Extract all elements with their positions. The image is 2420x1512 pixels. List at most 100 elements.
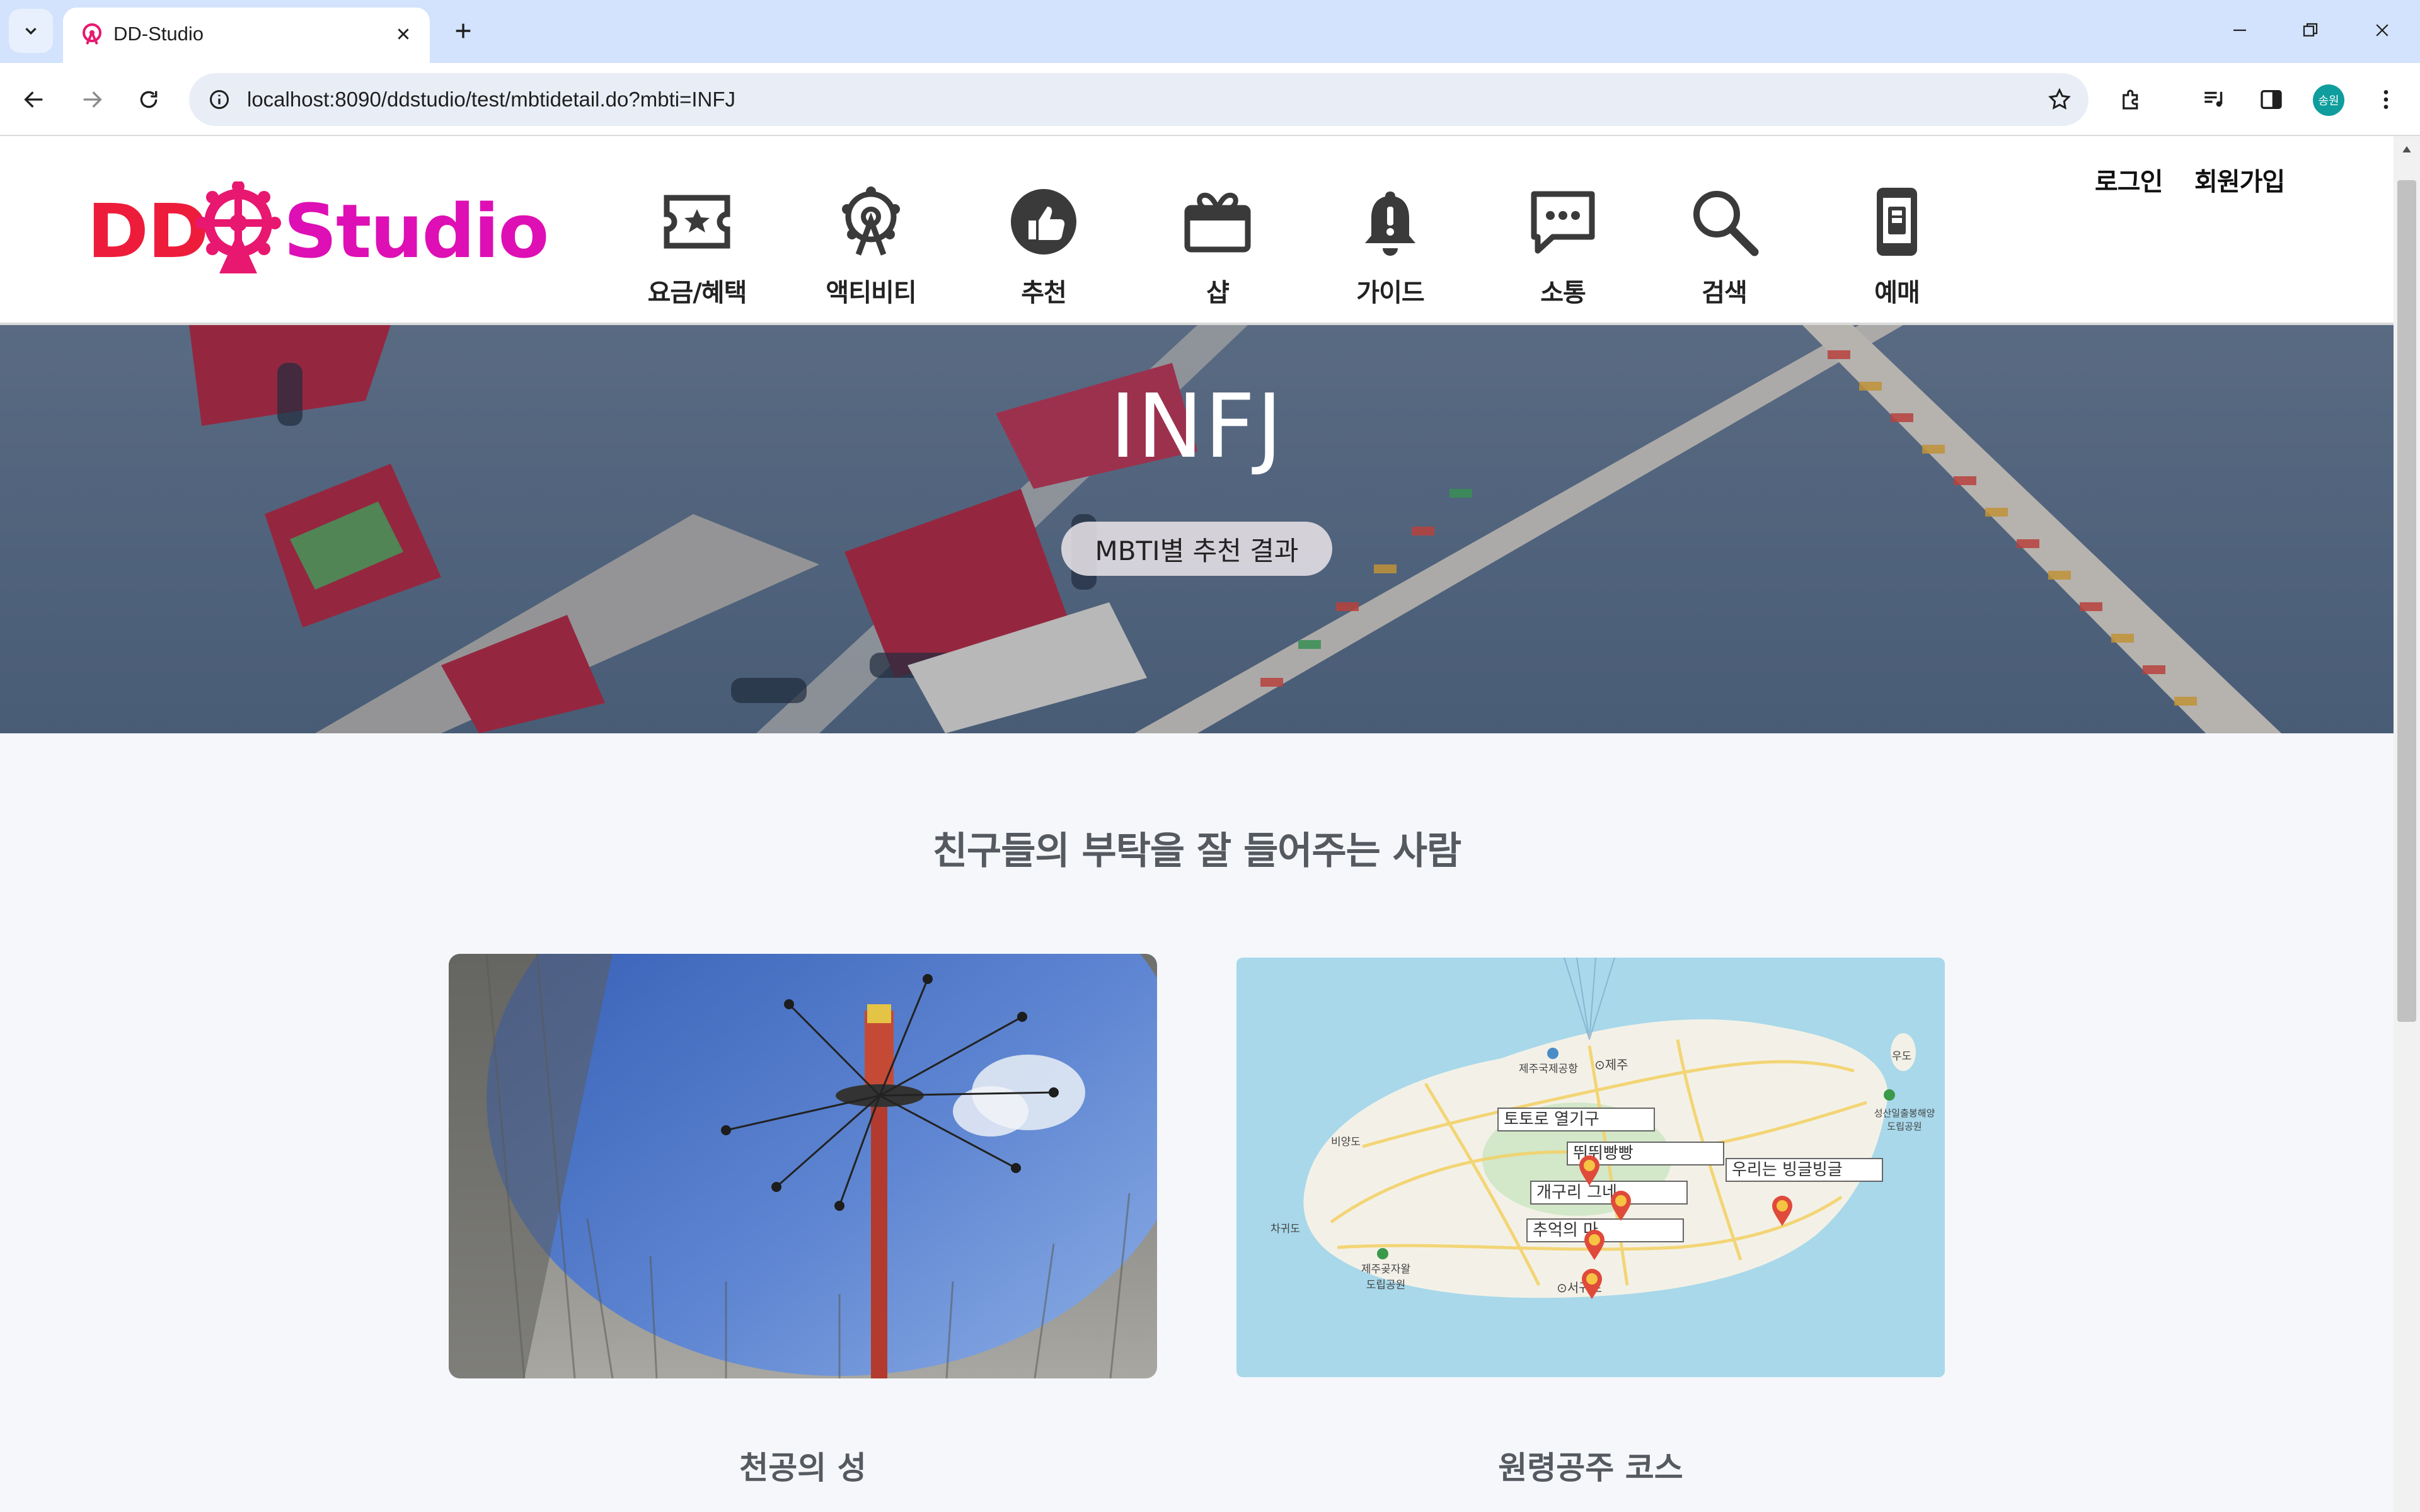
map-pin-icon[interactable] xyxy=(1579,1268,1605,1300)
browser-toolbar: localhost:8090/ddstudio/test/mbtidetail.… xyxy=(0,63,2420,136)
url-text[interactable]: localhost:8090/ddstudio/test/mbtidetail.… xyxy=(247,86,735,113)
swing-ride-photo xyxy=(449,954,1157,1378)
map-place-seongsan: 성산일출봉해양 도립공원 xyxy=(1874,1108,1935,1132)
reload-button[interactable] xyxy=(130,81,168,118)
login-link[interactable]: 로그인 xyxy=(2095,161,2163,198)
info-icon xyxy=(210,90,229,109)
map-pin-icon[interactable] xyxy=(1582,1228,1607,1261)
restore-button[interactable] xyxy=(2285,11,2336,49)
nav-label: 소통 xyxy=(1540,278,1586,307)
hero-banner: INFJ MBTI별 추천 결과 xyxy=(0,325,2394,733)
puzzle-icon xyxy=(2123,89,2138,110)
map-place-udo: 우도 xyxy=(1892,1050,1912,1063)
logo-text-dd: DD xyxy=(87,188,209,275)
browser-tab-active[interactable]: DD-Studio xyxy=(63,8,430,63)
playlist-music-icon xyxy=(2204,91,2223,107)
logo-text-studio: Studio xyxy=(284,188,549,275)
nav-item-activity[interactable]: 액티비티 xyxy=(808,184,934,316)
media-control-button[interactable] xyxy=(2196,81,2233,118)
nav-label: 추천 xyxy=(1021,278,1067,307)
nav-item-recommend[interactable]: 추천 xyxy=(981,184,1107,316)
close-icon xyxy=(398,28,409,40)
map-place-chagwido: 차귀도 xyxy=(1270,1223,1300,1235)
nav-label: 예매 xyxy=(1874,278,1920,307)
star-icon xyxy=(2048,88,2071,110)
nav-label: 액티비티 xyxy=(826,278,916,307)
ferris-wheel-icon xyxy=(842,186,900,256)
nav-label: 검색 xyxy=(1702,278,1748,307)
extensions-button[interactable] xyxy=(2112,81,2150,118)
arrow-right-icon xyxy=(83,91,102,108)
more-vertical-icon xyxy=(2383,90,2388,109)
tab-close-button[interactable] xyxy=(392,23,415,45)
gift-box-icon xyxy=(1184,192,1251,253)
close-icon xyxy=(2376,24,2388,37)
nav-item-guide[interactable]: 가이드 xyxy=(1327,184,1453,316)
profile-avatar[interactable]: 송원 xyxy=(2313,84,2344,116)
minimize-icon xyxy=(2233,29,2246,32)
site-header: DD Studio 요금/혜택 액티비티 추천 샵 가이드 소통 검색 예매 로… xyxy=(0,136,2394,325)
page-viewport: DD Studio 요금/혜택 액티비티 추천 샵 가이드 소통 검색 예매 로… xyxy=(0,136,2394,1512)
browser-tabstrip: DD-Studio xyxy=(0,0,2420,63)
map-pin-icon[interactable] xyxy=(1608,1189,1634,1222)
nav-label: 요금/혜택 xyxy=(647,278,747,307)
nav-item-pricing[interactable]: 요금/혜택 xyxy=(634,184,760,316)
browser-menu-button[interactable] xyxy=(2367,81,2405,118)
side-panel-icon xyxy=(2261,90,2282,109)
nav-item-shop[interactable]: 샵 xyxy=(1155,184,1281,316)
window-close-button[interactable] xyxy=(2357,11,2407,49)
map-pin-icon[interactable] xyxy=(1770,1194,1795,1227)
park-icon xyxy=(1377,1248,1388,1259)
nav-item-community[interactable]: 소통 xyxy=(1500,184,1626,316)
map-label-totoro-balloon[interactable]: 토토로 열기구 xyxy=(1497,1108,1655,1131)
back-button[interactable] xyxy=(15,81,53,118)
restore-icon xyxy=(2303,23,2318,37)
triangle-up-icon xyxy=(2402,146,2411,152)
map-place-airport: 제주국제공항 xyxy=(1519,1063,1578,1075)
forward-button[interactable] xyxy=(73,81,111,118)
tab-search-button[interactable] xyxy=(9,9,53,53)
search-icon xyxy=(1693,191,1759,256)
reload-icon xyxy=(140,91,158,108)
mbti-subtitle: 친구들의 부탁을 잘 들어주는 사람 xyxy=(932,829,1461,873)
signup-link[interactable]: 회원가입 xyxy=(2194,161,2285,198)
bookmark-button[interactable] xyxy=(2042,82,2077,117)
card-image-princess-mononoke-course-map[interactable]: 제주국제공항 ⊙제주 비양도 차귀도 제주곶자왈 도립공원 ⊙서귀포 성산일출봉… xyxy=(1236,958,1945,1377)
nav-label: 가이드 xyxy=(1356,278,1424,307)
site-info-button[interactable] xyxy=(202,82,237,117)
card-caption[interactable]: 천공의 성 xyxy=(449,1443,1157,1488)
plus-icon xyxy=(456,23,471,38)
map-pin-icon[interactable] xyxy=(1577,1154,1602,1187)
map-place-biyangdo: 비양도 xyxy=(1331,1136,1361,1148)
map-label-round-and-round[interactable]: 우리는 빙글빙글 xyxy=(1726,1158,1883,1182)
nav-item-booking[interactable]: 예매 xyxy=(1834,184,1960,316)
bell-alert-icon xyxy=(1365,192,1415,256)
map-place-jeju: ⊙제주 xyxy=(1594,1057,1628,1072)
chat-bubble-icon xyxy=(1531,191,1595,254)
chevron-down-icon xyxy=(25,28,37,35)
park-icon xyxy=(1884,1089,1895,1101)
hero-badge: MBTI별 추천 결과 xyxy=(1061,522,1332,576)
nav-label: 샵 xyxy=(1206,278,1230,307)
minimize-button[interactable] xyxy=(2215,11,2265,49)
card-image-castle-in-sky[interactable] xyxy=(449,954,1157,1378)
mobile-phone-icon xyxy=(1877,188,1917,256)
ferris-wheel-favicon-icon xyxy=(83,23,101,45)
tab-title: DD-Studio xyxy=(113,23,204,45)
airport-icon xyxy=(1547,1048,1559,1059)
ticket-star-icon xyxy=(664,195,730,249)
nav-item-search[interactable]: 검색 xyxy=(1661,184,1787,316)
ferris-wheel-logo-icon xyxy=(195,181,281,273)
new-tab-button[interactable] xyxy=(441,9,485,53)
address-bar[interactable]: localhost:8090/ddstudio/test/mbtidetail.… xyxy=(189,73,2089,126)
thumbs-up-icon xyxy=(1011,189,1076,255)
scroll-up-arrow-icon[interactable] xyxy=(2400,142,2414,156)
arrow-left-icon xyxy=(24,91,43,108)
side-panel-button[interactable] xyxy=(2252,81,2290,118)
hero-title: INFJ xyxy=(1110,375,1284,478)
scrollbar-thumb[interactable] xyxy=(2397,180,2416,1022)
site-logo[interactable]: DD Studio xyxy=(87,175,549,276)
card-caption[interactable]: 원령공주 코스 xyxy=(1236,1443,1945,1488)
map-place-gotjawal: 제주곶자왈 도립공원 xyxy=(1361,1263,1411,1292)
page-scrollbar[interactable] xyxy=(2394,136,2420,1512)
